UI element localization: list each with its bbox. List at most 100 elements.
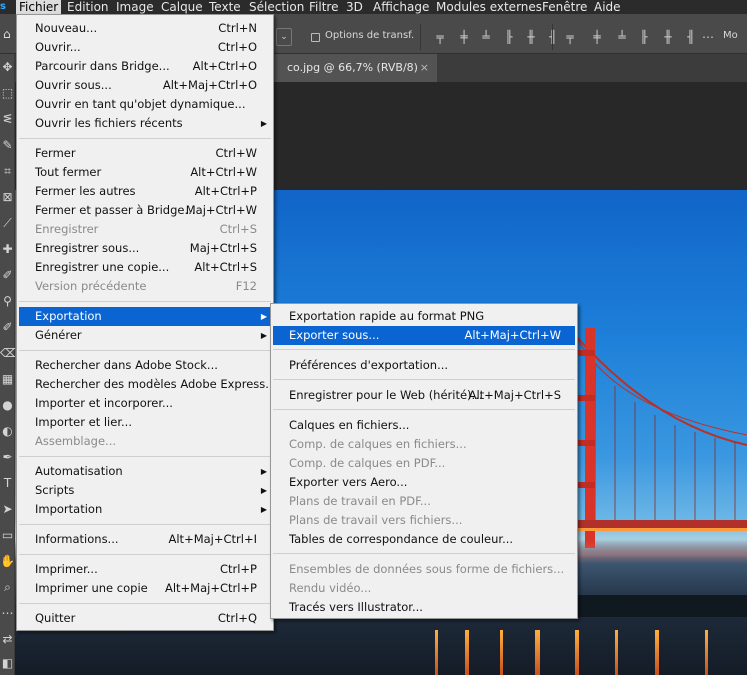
file-menu-item-ouvrir[interactable]: Ouvrir... Ctrl+O (19, 38, 271, 57)
export-item-aero[interactable]: Exporter vers Aero... (273, 473, 575, 492)
home-icon[interactable]: ⌂ (3, 28, 15, 40)
export-item-exporter-sous[interactable]: Exporter sous... Alt+Maj+Ctrl+W (273, 326, 575, 345)
menu-filtre[interactable]: Filtre (306, 0, 341, 14)
submenu-arrow-icon: ▶ (260, 331, 267, 340)
menu-affichage[interactable]: Affichage (370, 0, 432, 14)
menu-texte[interactable]: Texte (206, 0, 244, 14)
align-bottom-icon[interactable]: ╧ (478, 29, 494, 45)
hand-tool-icon[interactable]: ✋ (0, 552, 15, 570)
align-left-icon[interactable]: ╟ (501, 29, 517, 45)
file-menu-item-enregistrer-copie[interactable]: Enregistrer une copie... Alt+Ctrl+S (19, 258, 271, 277)
file-menu-item-automatisation[interactable]: Automatisation ▶ (19, 462, 271, 481)
file-menu-item-fermer[interactable]: Fermer Ctrl+W (19, 144, 271, 163)
eraser-tool-icon[interactable]: ⌫ (0, 344, 17, 362)
menu-selection[interactable]: Sélection (246, 0, 307, 14)
move-tool-icon[interactable]: ✥ (0, 58, 15, 76)
file-menu-item-quitter[interactable]: Quitter Ctrl+Q (19, 609, 271, 628)
file-menu-item-imprimer[interactable]: Imprimer... Ctrl+P (19, 560, 271, 579)
dropdown-chevron-icon[interactable]: ⌄ (276, 28, 292, 46)
default-colors-icon[interactable]: ◧ (0, 654, 15, 672)
file-menu-item-adobe-express[interactable]: Rechercher des modèles Adobe Express... (19, 375, 276, 394)
submenu-arrow-icon: ▶ (260, 467, 267, 476)
menu-separator (273, 349, 575, 350)
menu-modules-externes[interactable]: Modules externes (433, 0, 545, 14)
menu-calque[interactable]: Calque (158, 0, 206, 14)
export-item-calques-fichiers[interactable]: Calques en fichiers... (273, 416, 575, 435)
export-item-traces-illustrator[interactable]: Tracés vers Illustrator... (273, 598, 575, 617)
brush-tool-icon[interactable]: ✐ (0, 266, 15, 284)
file-menu-item-adobe-stock[interactable]: Rechercher dans Adobe Stock... (19, 356, 271, 375)
path-selection-tool-icon[interactable]: ➤ (0, 500, 15, 518)
file-menu-item-importer-lier[interactable]: Importer et lier... (19, 413, 271, 432)
file-menu-item-importer-incorporer[interactable]: Importer et incorporer... (19, 394, 271, 413)
swap-colors-icon[interactable]: ⇄ (0, 630, 15, 648)
distribute-hcenter-icon[interactable]: ╫ (660, 29, 676, 45)
align-horizontal-center-icon[interactable]: ╫ (523, 29, 539, 45)
type-tool-icon[interactable]: T (0, 474, 15, 492)
frame-tool-icon[interactable]: ⊠ (0, 188, 15, 206)
distribute-left-icon[interactable]: ╟ (636, 29, 652, 45)
distribute-bottom-icon[interactable]: ╧ (614, 29, 630, 45)
menu-separator (19, 301, 271, 302)
menu-image[interactable]: Image (113, 0, 157, 14)
clone-stamp-tool-icon[interactable]: ⚲ (0, 292, 15, 310)
divider (420, 24, 421, 50)
healing-brush-tool-icon[interactable]: ✚ (0, 240, 15, 258)
distribute-vcenter-icon[interactable]: ╪ (589, 29, 605, 45)
distribute-top-icon[interactable]: ╤ (562, 29, 578, 45)
close-icon[interactable]: × (420, 54, 429, 82)
submenu-arrow-icon: ▶ (260, 505, 267, 514)
menu-edition[interactable]: Edition (64, 0, 112, 14)
zoom-tool-icon[interactable]: ⌕ (0, 578, 15, 596)
menu-separator (19, 554, 271, 555)
export-item-preferences[interactable]: Préférences d'exportation... (273, 356, 575, 375)
file-menu-item-assemblage: Assemblage... (35, 434, 117, 448)
align-right-icon[interactable]: ╢ (545, 29, 561, 45)
align-top-icon[interactable]: ╤ (432, 29, 448, 45)
distribute-right-icon[interactable]: ╢ (683, 29, 699, 45)
menu-aide[interactable]: Aide (591, 0, 624, 14)
pen-tool-icon[interactable]: ✒ (0, 448, 15, 466)
file-menu-item-tout-fermer[interactable]: Tout fermer Alt+Ctrl+W (19, 163, 271, 182)
file-menu-item-fermer-autres[interactable]: Fermer les autres Alt+Ctrl+P (19, 182, 271, 201)
quick-selection-tool-icon[interactable]: ✎ (0, 136, 15, 154)
export-item-enregistrer-web[interactable]: Enregistrer pour le Web (hérité)... Alt+M… (273, 386, 575, 405)
history-brush-tool-icon[interactable]: ✐ (0, 318, 15, 336)
align-vertical-center-icon[interactable]: ╪ (456, 29, 472, 45)
file-menu-item-importation[interactable]: Importation ▶ (19, 500, 271, 519)
file-menu-item-ouvrir-sous[interactable]: Ouvrir sous... Alt+Maj+Ctrl+O (19, 76, 271, 95)
file-menu-item-enregistrer-sous[interactable]: Enregistrer sous... Maj+Ctrl+S (19, 239, 271, 258)
blur-tool-icon[interactable]: ● (0, 396, 15, 414)
menu-fenetre[interactable]: Fenêtre (539, 0, 590, 14)
more-tools-icon[interactable]: ⋯ (0, 604, 15, 622)
export-item-tables-couleur[interactable]: Tables de correspondance de couleur... (273, 530, 575, 549)
rectangle-tool-icon[interactable]: ▭ (0, 526, 15, 544)
menu-bar: s Fichier Edition Image Calque Texte Sél… (0, 0, 747, 14)
file-menu-item-fichiers-recents[interactable]: Ouvrir les fichiers récents ▶ (19, 114, 271, 133)
file-menu-item-informations[interactable]: Informations... Alt+Maj+Ctrl+I (19, 530, 271, 549)
file-menu-item-imprimer-copie[interactable]: Imprimer une copie Alt+Maj+Ctrl+P (19, 579, 271, 598)
marquee-tool-icon[interactable]: ⬚ (0, 84, 15, 102)
transform-options-checkbox[interactable] (311, 33, 320, 42)
file-menu-item-generer[interactable]: Générer ▶ (19, 326, 271, 345)
menu-separator (19, 524, 271, 525)
export-item-png-rapide[interactable]: Exportation rapide au format PNG (273, 307, 575, 326)
lasso-tool-icon[interactable]: ᓬ (0, 110, 15, 128)
more-options-icon[interactable]: ⋯ (700, 29, 716, 45)
file-menu-item-scripts[interactable]: Scripts ▶ (19, 481, 271, 500)
gradient-tool-icon[interactable]: ▦ (0, 370, 15, 388)
file-menu-item-parcourir-bridge[interactable]: Parcourir dans Bridge... Alt+Ctrl+O (19, 57, 271, 76)
photoshop-logo-icon[interactable]: s (0, 0, 12, 14)
file-menu-item-ouvrir-objet-dynamique[interactable]: Ouvrir en tant qu'objet dynamique... (19, 95, 271, 114)
menu-fichier[interactable]: Fichier (16, 0, 62, 14)
dodge-tool-icon[interactable]: ◐ (0, 422, 15, 440)
document-tab-title: co.jpg @ 66,7% (RVB/8) (287, 61, 418, 74)
file-menu-item-fermer-bridge[interactable]: Fermer et passer à Bridge... Maj+Ctrl+W (19, 201, 271, 220)
eyedropper-tool-icon[interactable]: ⟋ (0, 214, 15, 232)
document-tab[interactable]: co.jpg @ 66,7% (RVB/8) × (265, 54, 437, 82)
file-menu-item-exportation[interactable]: Exportation ▶ (19, 307, 271, 326)
menu-separator (19, 350, 271, 351)
crop-tool-icon[interactable]: ⌗ (0, 162, 15, 180)
menu-3d[interactable]: 3D (343, 0, 366, 14)
file-menu-item-nouveau[interactable]: Nouveau... Ctrl+N (19, 19, 271, 38)
